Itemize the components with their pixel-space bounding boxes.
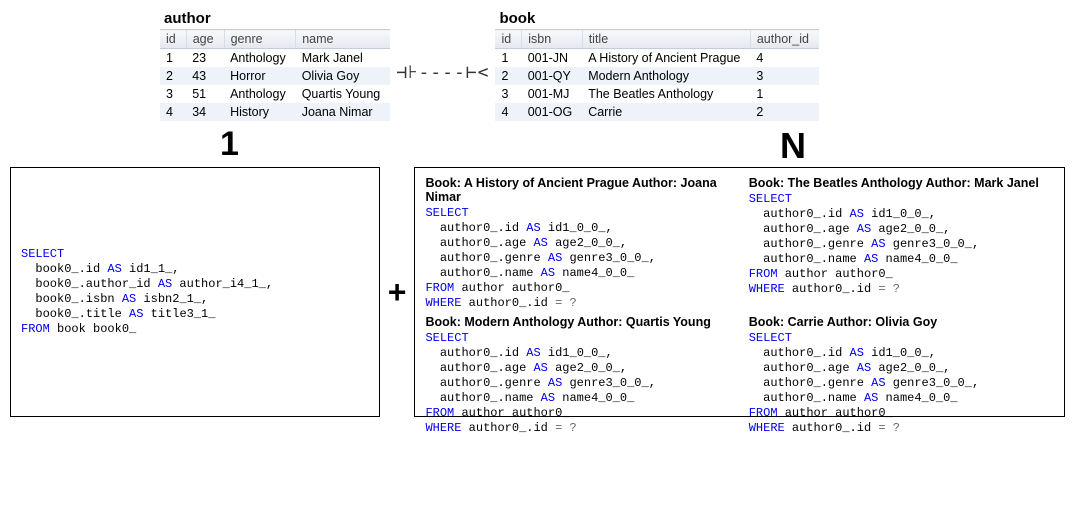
- table-cell: 001-OG: [522, 103, 582, 121]
- left-sql-code: SELECT book0_.id AS id1_1_, book0_.autho…: [21, 247, 369, 337]
- column-header: id: [160, 30, 186, 49]
- table-cell: 3: [160, 85, 186, 103]
- table-cell: Quartis Young: [296, 85, 391, 103]
- table-row: 243HorrorOlivia Goy: [160, 67, 390, 85]
- book-table: idisbntitleauthor_id 1001-JNA History of…: [495, 29, 819, 121]
- table-row: 434HistoryJoana Nimar: [160, 103, 390, 121]
- table-cell: 4: [495, 103, 521, 121]
- cardinality-legend: 1 N: [170, 125, 1065, 167]
- table-cell: 3: [495, 85, 521, 103]
- author-table: idagegenrename 123AnthologyMark Janel243…: [160, 29, 390, 121]
- table-row: 2001-QYModern Anthology3: [495, 67, 819, 85]
- query-title: Book: The Beatles Anthology Author: Mark…: [749, 176, 1054, 190]
- column-header: author_id: [750, 30, 819, 49]
- table-cell: The Beatles Anthology: [582, 85, 750, 103]
- column-header: genre: [224, 30, 296, 49]
- table-cell: Carrie: [582, 103, 750, 121]
- table-cell: History: [224, 103, 296, 121]
- table-cell: 2: [750, 103, 819, 121]
- table-row: 351AnthologyQuartis Young: [160, 85, 390, 103]
- query-block: Book: Modern Anthology Author: Quartis Y…: [425, 315, 730, 436]
- table-cell: 001-MJ: [522, 85, 582, 103]
- left-sql-box: SELECT book0_.id AS id1_1_, book0_.autho…: [10, 167, 380, 417]
- table-cell: Horror: [224, 67, 296, 85]
- table-cell: 34: [186, 103, 224, 121]
- query-block: Book: Carrie Author: Olivia Goy SELECT au…: [749, 315, 1054, 436]
- table-cell: 1: [495, 49, 521, 68]
- table-cell: A History of Ancient Prague: [582, 49, 750, 68]
- query-block: Book: The Beatles Anthology Author: Mark…: [749, 176, 1054, 311]
- column-header: age: [186, 30, 224, 49]
- table-cell: 4: [160, 103, 186, 121]
- book-table-block: book idisbntitleauthor_id 1001-JNA Histo…: [495, 10, 819, 121]
- table-row: 4001-OGCarrie2: [495, 103, 819, 121]
- table-cell: Anthology: [224, 85, 296, 103]
- table-cell: 4: [750, 49, 819, 68]
- table-cell: 1: [160, 49, 186, 68]
- author-table-title: author: [160, 10, 390, 27]
- relation-glyph: ⊣⊦----⊢<: [396, 62, 489, 83]
- right-sql-box: Book: A History of Ancient Prague Author…: [414, 167, 1065, 417]
- table-cell: 001-QY: [522, 67, 582, 85]
- table-cell: 3: [750, 67, 819, 85]
- table-cell: Joana Nimar: [296, 103, 391, 121]
- table-cell: Olivia Goy: [296, 67, 391, 85]
- column-header: name: [296, 30, 391, 49]
- table-cell: 23: [186, 49, 224, 68]
- table-cell: 43: [186, 67, 224, 85]
- table-cell: 001-JN: [522, 49, 582, 68]
- query-title: Book: A History of Ancient Prague Author…: [425, 176, 730, 204]
- query-sql: SELECT author0_.id AS id1_0_0_, author0_…: [425, 331, 730, 436]
- query-block: Book: A History of Ancient Prague Author…: [425, 176, 730, 311]
- table-cell: 1: [750, 85, 819, 103]
- query-title: Book: Modern Anthology Author: Quartis Y…: [425, 315, 730, 329]
- query-title: Book: Carrie Author: Olivia Goy: [749, 315, 1054, 329]
- plus-symbol: +: [384, 274, 411, 311]
- table-cell: 51: [186, 85, 224, 103]
- query-sql: SELECT author0_.id AS id1_0_0_, author0_…: [749, 192, 1054, 297]
- legend-many: N: [780, 125, 806, 167]
- table-row: 1001-JNA History of Ancient Prague4: [495, 49, 819, 68]
- table-row: 3001-MJThe Beatles Anthology1: [495, 85, 819, 103]
- table-cell: Modern Anthology: [582, 67, 750, 85]
- query-sql: SELECT author0_.id AS id1_0_0_, author0_…: [425, 206, 730, 311]
- table-cell: Mark Janel: [296, 49, 391, 68]
- table-cell: 2: [495, 67, 521, 85]
- table-cell: Anthology: [224, 49, 296, 68]
- column-header: title: [582, 30, 750, 49]
- book-table-title: book: [495, 10, 819, 27]
- column-header: isbn: [522, 30, 582, 49]
- query-sql: SELECT author0_.id AS id1_0_0_, author0_…: [749, 331, 1054, 436]
- table-row: 123AnthologyMark Janel: [160, 49, 390, 68]
- legend-one: 1: [220, 125, 460, 167]
- author-table-block: author idagegenrename 123AnthologyMark J…: [160, 10, 390, 121]
- column-header: id: [495, 30, 521, 49]
- schema-tables-row: author idagegenrename 123AnthologyMark J…: [160, 10, 1065, 121]
- table-cell: 2: [160, 67, 186, 85]
- queries-row: SELECT book0_.id AS id1_1_, book0_.autho…: [10, 167, 1065, 417]
